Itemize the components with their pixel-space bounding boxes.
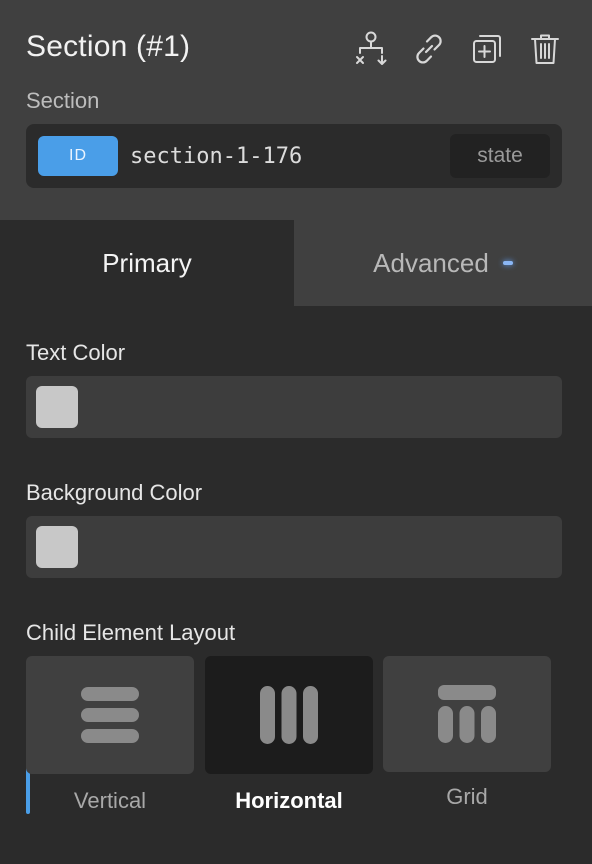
background-color-label: Background Color: [26, 480, 203, 505]
layout-option-vertical[interactable]: Vertical: [26, 656, 194, 814]
layout-vertical-box: [26, 656, 194, 774]
tab-advanced[interactable]: Advanced: [294, 220, 592, 306]
element-type-label: Section: [26, 88, 100, 113]
link-icon: [416, 34, 442, 64]
vertical-layout-icon: [81, 687, 139, 743]
structure-icon: [356, 31, 387, 65]
layout-vertical-label: Vertical: [73, 788, 147, 813]
background-color-field[interactable]: [26, 516, 562, 578]
tab-primary-label: Primary: [102, 247, 192, 278]
selector-input[interactable]: [130, 136, 440, 176]
background-color-swatch[interactable]: [36, 526, 78, 568]
child-layout-label: Child Element Layout: [26, 620, 236, 645]
id-badge[interactable]: ID: [38, 136, 118, 176]
element-toolbar: [352, 30, 564, 68]
duplicate-button[interactable]: [468, 30, 506, 68]
duplicate-icon: [473, 35, 501, 63]
selector-bar: ID state: [26, 124, 562, 188]
delete-button[interactable]: [526, 30, 564, 68]
text-color-label: Text Color: [26, 340, 126, 365]
layout-option-grid[interactable]: Grid: [383, 656, 551, 810]
modified-indicator-icon: [502, 261, 513, 265]
structure-button[interactable]: [352, 30, 390, 68]
layout-grid-label: Grid: [446, 784, 488, 809]
grid-layout-icon: [438, 685, 496, 743]
element-title: Section (#1): [26, 30, 191, 63]
panel-tabs: Primary Advanced: [0, 220, 592, 306]
link-button[interactable]: [410, 30, 448, 68]
layout-horizontal-label: Horizontal: [235, 788, 343, 813]
layout-horizontal-box: [205, 656, 373, 774]
state-button[interactable]: state: [450, 134, 550, 178]
tab-primary[interactable]: Primary: [0, 220, 294, 306]
tab-advanced-label: Advanced: [373, 247, 489, 278]
layout-option-horizontal[interactable]: Horizontal: [205, 656, 373, 814]
horizontal-layout-icon: [260, 686, 318, 744]
trash-icon: [531, 34, 559, 64]
text-color-field[interactable]: [26, 376, 562, 438]
layout-grid-box: [383, 656, 551, 772]
element-header: Section (#1) Section ID section-1-176 st…: [0, 0, 592, 220]
text-color-swatch[interactable]: [36, 386, 78, 428]
